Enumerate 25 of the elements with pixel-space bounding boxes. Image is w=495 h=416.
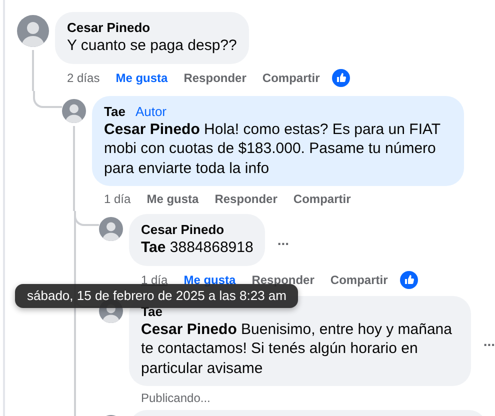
like-icon [332, 68, 350, 86]
comment-text: Y cuanto se paga desp?? [67, 36, 237, 56]
like-link[interactable]: Me gusta [116, 70, 168, 86]
share-link[interactable]: Compartir [330, 272, 388, 288]
comment-text: Tae 3884868918 [141, 238, 254, 258]
more-button[interactable]: ... [277, 232, 289, 248]
share-link[interactable]: Compartir [262, 70, 320, 86]
date-tooltip: sábado, 15 de febrero de 2025 a las 8:23 am [15, 284, 298, 308]
comment-text: Cesar Pinedo Hola! como estas? Es para un FIAT mobi con cuotas de $183.000. Pasame tu número para enviarte toda la info [104, 120, 442, 178]
comment-text: Cesar Pinedo Buenisimo, entre hoy y mañana te contactamos! Si tenés algún horario en particular avisame [141, 320, 453, 378]
thread-line [32, 50, 34, 90]
reply-link[interactable]: Responder [214, 191, 278, 207]
author-name[interactable]: Cesar Pinedo [67, 20, 150, 36]
author-label: Autor [135, 104, 167, 120]
like-icon [400, 270, 418, 288]
reply-link[interactable]: Responder [184, 70, 246, 86]
author-name[interactable]: Cesar Pinedo [141, 222, 224, 238]
thread-connector [33, 90, 62, 108]
more-button[interactable]: ... [483, 332, 495, 349]
share-link[interactable]: Compartir [293, 191, 351, 207]
author-name[interactable]: Tae [104, 104, 126, 120]
timestamp-link[interactable]: 2 días [67, 70, 100, 86]
status-text: Publicando... [140, 390, 212, 407]
timestamp-link[interactable]: 1 día [104, 191, 131, 207]
like-link[interactable]: Me gusta [146, 191, 199, 207]
